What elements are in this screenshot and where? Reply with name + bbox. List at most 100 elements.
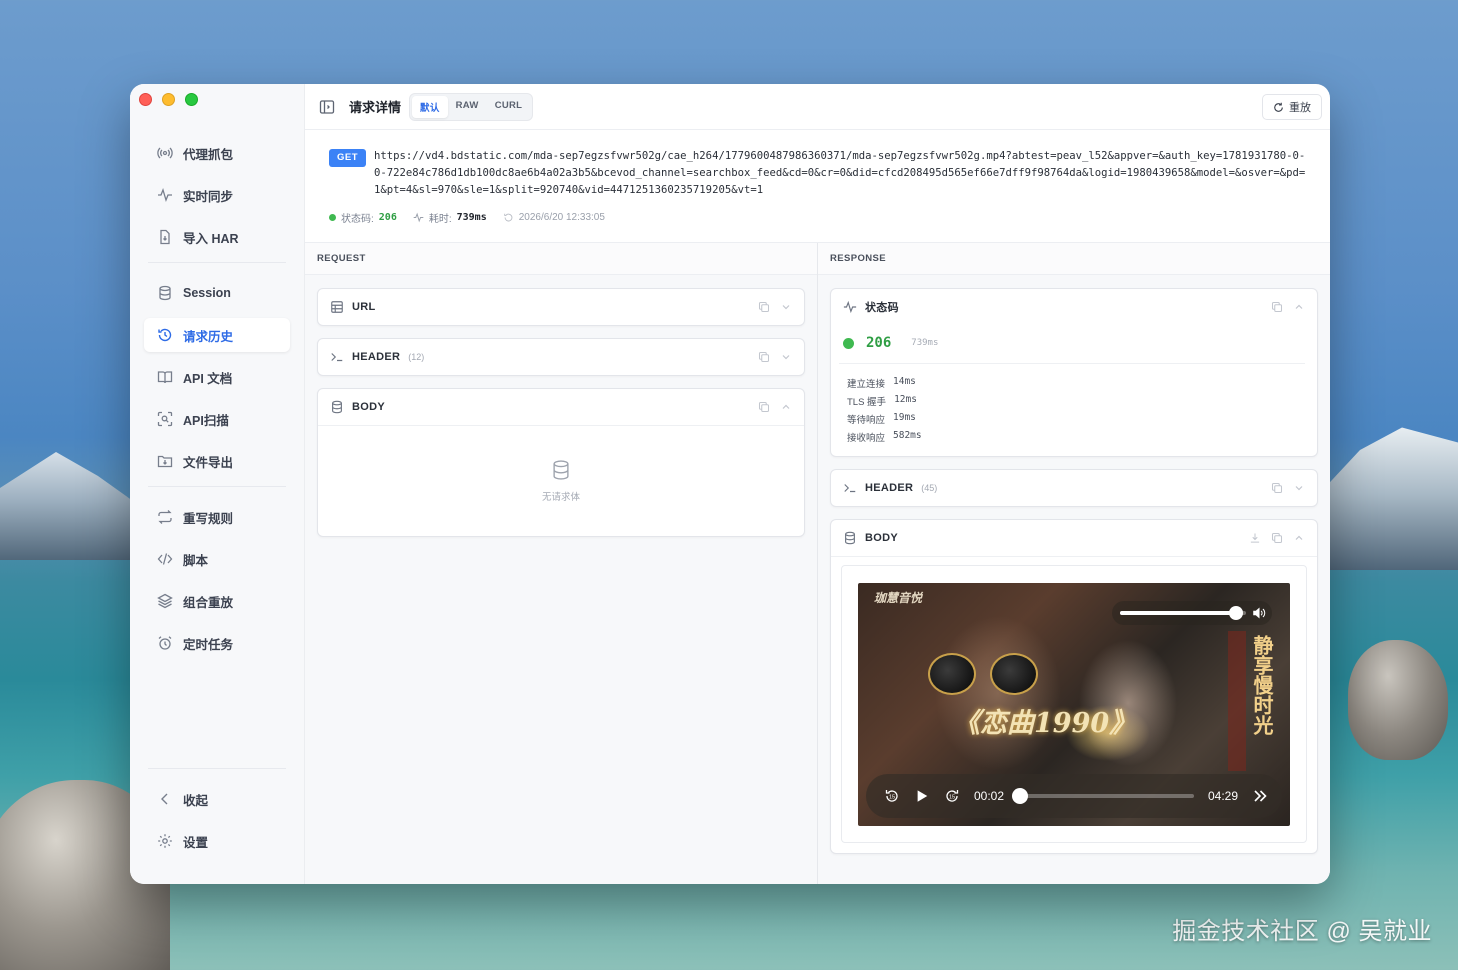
sidebar-item-label: 文件导出 <box>183 455 234 470</box>
zoom-window-button[interactable] <box>185 93 198 106</box>
response-status-code: 206 <box>866 335 892 351</box>
tab-raw[interactable]: RAW <box>448 96 487 118</box>
timing-value: 12ms <box>894 394 917 405</box>
video-brand-logo: 珈慧音悦 <box>874 591 923 605</box>
sidebar-item-label: 组合重放 <box>183 595 234 610</box>
request-header-card: HEADER (12) <box>317 338 805 376</box>
empty-body-text: 无请求体 <box>541 492 580 503</box>
chevron-up-icon[interactable] <box>1293 301 1305 313</box>
volume-handle[interactable] <box>1228 606 1243 620</box>
request-url: https://vd4.bdstatic.com/mda-sep7egzsfvw… <box>374 150 1306 196</box>
copy-icon[interactable] <box>1271 532 1283 544</box>
copy-icon[interactable] <box>758 301 770 313</box>
sidebar-item-rewrite-rules[interactable]: 重写规则 <box>144 500 290 534</box>
scan-icon <box>156 410 174 428</box>
sidebar-toggle-icon[interactable] <box>319 99 335 115</box>
header-count: (45) <box>921 483 938 493</box>
card-header[interactable]: 状态码 <box>831 289 1317 325</box>
sidebar-item-proxy-capture[interactable]: 代理抓包 <box>144 136 290 170</box>
status-code: 206 <box>378 212 397 223</box>
replay-button-label: 重放 <box>1289 102 1311 114</box>
sidebar-divider <box>148 486 286 487</box>
table-icon <box>330 300 344 314</box>
sidebar-item-label: 导入 HAR <box>183 231 239 246</box>
sidebar-item-script[interactable]: 脚本 <box>144 542 290 576</box>
sidebar-item-settings[interactable]: 设置 <box>144 824 290 858</box>
sidebar-item-combo-replay[interactable]: 组合重放 <box>144 584 290 618</box>
tab-curl[interactable]: CURL <box>487 96 531 118</box>
sidebar-item-collapse[interactable]: 收起 <box>144 782 290 816</box>
sidebar-item-realtime-sync[interactable]: 实时同步 <box>144 178 290 212</box>
method-badge: GET <box>329 149 367 167</box>
terminal-icon <box>843 481 857 495</box>
card-header[interactable]: HEADER (45) <box>831 470 1317 506</box>
video-player[interactable]: 珈慧音悦 《恋曲1990》 静享慢时光 15 15 00:02 04:29 <box>858 583 1290 826</box>
sidebar-item-label: 定时任务 <box>183 637 234 652</box>
sidebar-item-api-scan[interactable]: API扫描 <box>144 402 290 436</box>
close-window-button[interactable] <box>139 93 152 106</box>
play-icon[interactable] <box>914 788 930 804</box>
sidebar-item-label: 请求历史 <box>183 329 234 344</box>
sidebar-divider <box>148 262 286 263</box>
card-title: BODY <box>865 532 898 544</box>
sidebar-item-import-har[interactable]: 导入 HAR <box>144 220 290 254</box>
chevron-down-icon[interactable] <box>780 351 792 363</box>
replay-button[interactable]: 重放 <box>1262 94 1322 120</box>
minimize-window-button[interactable] <box>162 93 175 106</box>
request-pane-title: REQUEST <box>305 243 817 275</box>
sidebar-item-request-history[interactable]: 请求历史 <box>144 318 290 352</box>
volume-icon[interactable] <box>1252 606 1266 620</box>
duration-label: 耗时: <box>428 214 452 225</box>
card-header[interactable]: BODY <box>831 520 1317 556</box>
chevron-up-icon[interactable] <box>1293 532 1305 544</box>
copy-icon[interactable] <box>1271 301 1283 313</box>
chevron-up-icon[interactable] <box>780 401 792 413</box>
copy-icon[interactable] <box>758 351 770 363</box>
card-title: HEADER <box>352 351 401 363</box>
sidebar-divider <box>148 768 286 769</box>
sidebar-item-label: Session <box>183 286 231 300</box>
sidebar-item-session[interactable]: Session <box>144 276 290 310</box>
timing-row: 等待响应 19ms <box>847 412 1297 430</box>
progress-handle[interactable] <box>1011 788 1028 804</box>
video-frame-figure <box>928 653 1048 695</box>
header-count: (12) <box>408 352 425 362</box>
chevron-down-icon[interactable] <box>1293 482 1305 494</box>
card-header[interactable]: HEADER (12) <box>318 339 804 375</box>
main-content: 请求详情 默认 RAW CURL 重放 GET https://vd4.bdst… <box>305 84 1330 884</box>
card-title: BODY <box>352 401 385 413</box>
response-header-card: HEADER (45) <box>830 469 1318 507</box>
svg-text:15: 15 <box>889 795 895 801</box>
rewind-15-icon[interactable]: 15 <box>884 788 900 804</box>
card-header[interactable]: URL <box>318 289 804 325</box>
status-meta: 状态码: 206 <box>329 210 397 225</box>
progress-slider[interactable] <box>1011 788 1194 804</box>
chevron-down-icon[interactable] <box>780 301 792 313</box>
sidebar-item-file-export[interactable]: 文件导出 <box>144 444 290 478</box>
volume-fill <box>1120 611 1236 615</box>
toolbar: 请求详情 默认 RAW CURL 重放 <box>305 84 1330 130</box>
card-header[interactable]: BODY <box>318 389 804 425</box>
background-mountain-right <box>1318 427 1458 570</box>
database-icon <box>330 400 344 414</box>
database-empty-icon <box>550 459 572 481</box>
database-icon <box>843 531 857 545</box>
timing-row: 接收响应 582ms <box>847 430 1297 448</box>
request-summary: GET https://vd4.bdstatic.com/mda-sep7egz… <box>305 130 1330 243</box>
video-container: 珈慧音悦 《恋曲1990》 静享慢时光 15 15 00:02 04:29 <box>841 565 1307 843</box>
volume-control <box>1112 601 1272 625</box>
forward-15-icon[interactable]: 15 <box>944 788 960 804</box>
volume-slider[interactable] <box>1120 606 1246 620</box>
skip-forward-icon[interactable] <box>1252 788 1268 804</box>
sidebar-item-label: API扫描 <box>183 413 229 428</box>
copy-icon[interactable] <box>1271 482 1283 494</box>
sidebar-item-scheduled-tasks[interactable]: 定时任务 <box>144 626 290 660</box>
copy-icon[interactable] <box>758 401 770 413</box>
tab-default[interactable]: 默认 <box>412 95 448 118</box>
window-controls <box>139 93 198 106</box>
sidebar-item-api-docs[interactable]: API 文档 <box>144 360 290 394</box>
download-icon[interactable] <box>1249 532 1261 544</box>
history-icon <box>156 326 174 344</box>
response-pane-title: RESPONSE <box>818 243 1330 275</box>
sidebar-bottom: 收起 设置 <box>144 763 290 866</box>
